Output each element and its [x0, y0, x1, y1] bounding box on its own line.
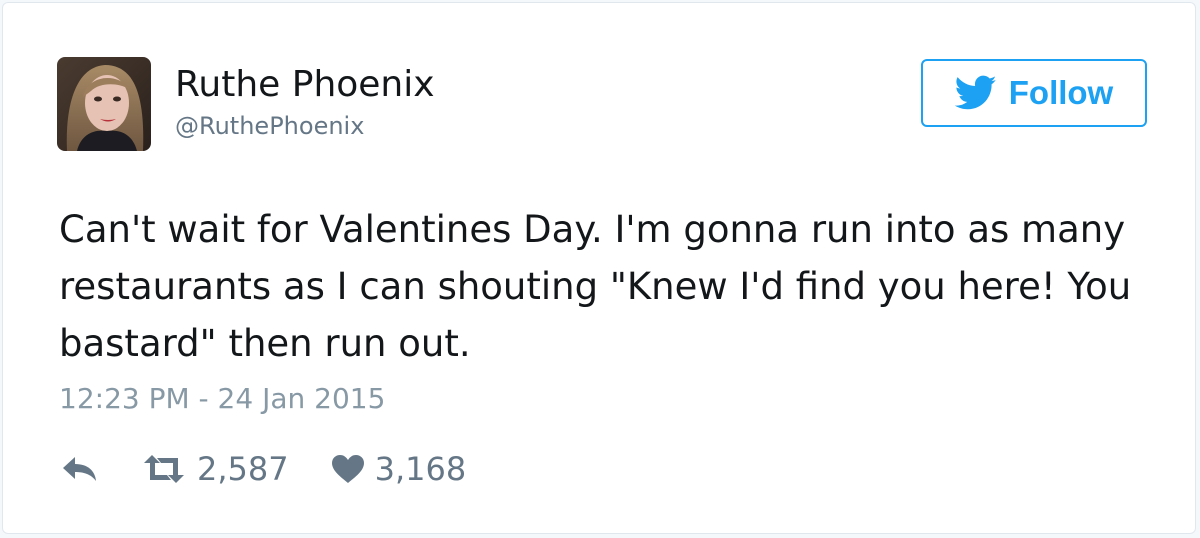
tweet-text: Can't wait for Valentines Day. I'm gonna…: [59, 208, 1132, 365]
tweet-timestamp[interactable]: 12:23 PM - 24 Jan 2015: [59, 381, 385, 417]
reply-button[interactable]: [61, 454, 99, 484]
follow-button[interactable]: Follow: [921, 59, 1147, 127]
like-count: 3,168: [374, 450, 467, 488]
tweet-actions: 2,587 3,168: [61, 449, 466, 489]
display-name[interactable]: Ruthe Phoenix: [175, 63, 435, 107]
heart-icon: [331, 455, 364, 483]
user-handle[interactable]: @RuthePhoenix: [175, 111, 364, 141]
tweet-card: Ruthe Phoenix @RuthePhoenix Follow Can't…: [2, 2, 1196, 534]
avatar[interactable]: [57, 57, 151, 151]
retweet-button[interactable]: 2,587: [141, 449, 289, 489]
follow-label: Follow: [1008, 74, 1114, 111]
retweet-count: 2,587: [197, 450, 289, 488]
profile-photo: [57, 57, 151, 151]
reply-icon: [63, 457, 96, 481]
twitter-bird-icon: [954, 75, 997, 110]
retweet-icon: [144, 455, 184, 483]
like-button[interactable]: 3,168: [331, 449, 467, 489]
